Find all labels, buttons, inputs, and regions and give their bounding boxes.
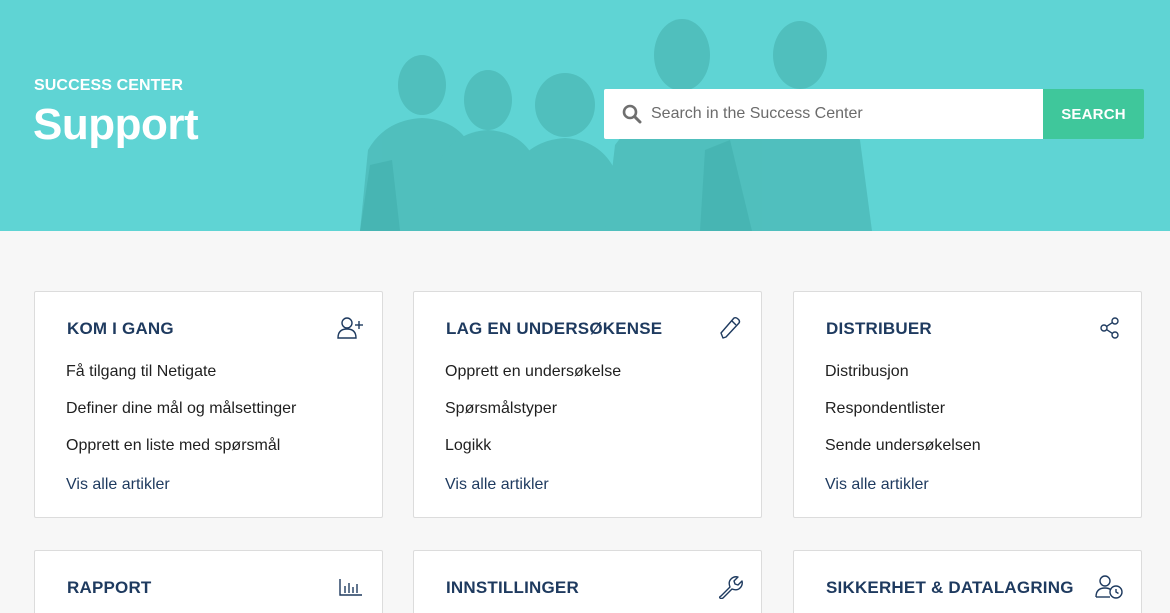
card-title: KOM I GANG — [67, 319, 174, 338]
view-all-link[interactable]: Vis alle artikler — [825, 476, 929, 494]
search-input[interactable] — [651, 89, 1031, 139]
card-title: SIKKERHET & DATALAGRING — [826, 578, 1074, 597]
share-icon — [1100, 317, 1119, 339]
bar-chart-icon — [339, 579, 362, 596]
category-card-kom-i-gang: KOM I GANG Få tilgang til Netigate Defin… — [34, 291, 383, 518]
pencil-icon — [720, 316, 741, 339]
search-button[interactable]: SEARCH — [1043, 89, 1144, 139]
hero-eyebrow: SUCCESS CENTER — [34, 77, 183, 94]
category-card-distribuer: DISTRIBUER Distribusjon Respondentlister… — [793, 291, 1142, 518]
category-card-sikkerhet-datalagring: SIKKERHET & DATALAGRING — [793, 550, 1142, 613]
user-plus-icon — [337, 317, 363, 339]
card-title: RAPPORT — [67, 578, 152, 597]
category-card-lag-en-undersokense: LAG EN UNDERSØKENSE Opprett en undersøke… — [413, 291, 762, 518]
article-link[interactable]: Opprett en undersøkelse — [445, 363, 621, 381]
article-link[interactable]: Definer dine mål og målsettinger — [66, 400, 296, 418]
page-title: Support — [33, 100, 199, 149]
article-link[interactable]: Logikk — [445, 437, 491, 455]
card-title: INNSTILLINGER — [446, 578, 579, 597]
category-card-rapport: RAPPORT — [34, 550, 383, 613]
article-link[interactable]: Spørsmålstyper — [445, 400, 557, 418]
card-title: DISTRIBUER — [826, 319, 932, 338]
wrench-icon — [718, 576, 743, 599]
search-field[interactable] — [604, 89, 1043, 139]
article-link[interactable]: Opprett en liste med spørsmål — [66, 437, 280, 455]
article-link[interactable]: Få tilgang til Netigate — [66, 363, 216, 381]
view-all-link[interactable]: Vis alle artikler — [66, 476, 170, 494]
card-title: LAG EN UNDERSØKENSE — [446, 319, 663, 338]
user-clock-icon — [1095, 575, 1123, 599]
article-link[interactable]: Respondentlister — [825, 400, 945, 418]
category-card-innstillinger: INNSTILLINGER — [413, 550, 762, 613]
search-icon — [622, 104, 642, 124]
article-link[interactable]: Sende undersøkelsen — [825, 437, 981, 455]
view-all-link[interactable]: Vis alle artikler — [445, 476, 549, 494]
article-link[interactable]: Distribusjon — [825, 363, 909, 381]
